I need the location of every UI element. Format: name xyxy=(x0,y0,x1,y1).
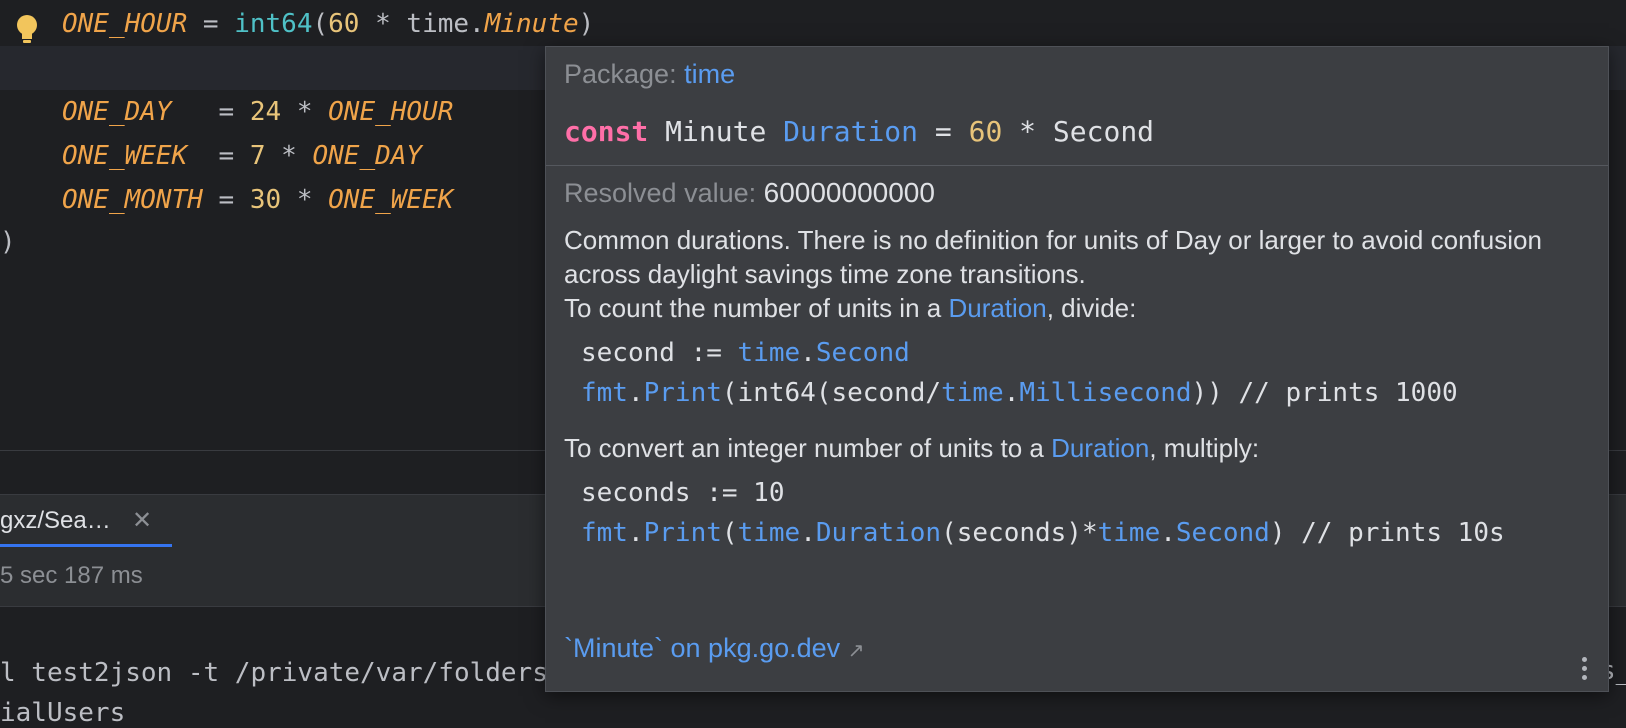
run-tab-label: gxz/Sea… xyxy=(0,507,111,534)
test-duration: 5 sec 187 ms xyxy=(0,562,143,589)
doc-paragraph: To count the number of units in a Durati… xyxy=(564,291,1584,325)
code-line-one-hour[interactable]: ONE_HOUR = int64(60 * time.Minute) xyxy=(62,4,594,44)
package-ref: time xyxy=(406,9,470,39)
operator: = xyxy=(187,9,235,39)
operator: = xyxy=(171,97,250,127)
identifier-ref: Second xyxy=(1052,115,1155,148)
code-link[interactable]: Millisecond xyxy=(1019,378,1191,408)
package-info: Package: time xyxy=(564,59,735,90)
code-link[interactable]: Second xyxy=(1176,518,1270,548)
operator: * xyxy=(359,9,407,39)
external-doc-link[interactable]: `Minute` on pkg.go.dev ↗ xyxy=(564,633,864,664)
const-ref: ONE_HOUR xyxy=(328,97,454,127)
external-link-icon: ↗ xyxy=(847,640,865,662)
resolved-value: 60000000000 xyxy=(763,177,935,208)
console-line: ialUsers xyxy=(0,698,126,728)
documentation-popup[interactable]: Package: time const Minute Duration = 60… xyxy=(545,46,1609,692)
declaration-signature: const Minute Duration = 60 * Second xyxy=(564,115,1154,148)
code-link[interactable]: Print xyxy=(644,518,722,548)
code-link[interactable]: Duration xyxy=(816,518,941,548)
code-link[interactable]: time xyxy=(738,338,801,368)
keyword: const xyxy=(564,115,649,148)
doc-paragraph: To convert an integer number of units to… xyxy=(564,431,1584,465)
code-text: . xyxy=(800,338,816,368)
number-literal: 30 xyxy=(249,185,282,215)
identifier: Minute xyxy=(648,115,784,148)
operator: = xyxy=(187,141,250,171)
resolved-label: Resolved value: xyxy=(564,178,757,208)
number-literal: 60 xyxy=(968,115,1003,148)
code-text: . xyxy=(800,518,816,548)
operator: * xyxy=(281,97,329,127)
code-line-one-week[interactable]: ONE_WEEK = 7 * ONE_DAY xyxy=(62,136,422,176)
function-name: int64 xyxy=(234,9,313,39)
external-doc-label: `Minute` on pkg.go.dev xyxy=(564,633,841,663)
code-text: )) // prints 1000 xyxy=(1191,378,1458,408)
code-text: . xyxy=(1003,378,1020,408)
operator: = xyxy=(202,185,250,215)
code-example: second := time.Second xyxy=(581,333,910,373)
code-text: . xyxy=(1160,518,1176,548)
text: , divide: xyxy=(1046,293,1137,323)
const-name: ONE_MONTH xyxy=(62,185,203,215)
text: , multiply: xyxy=(1149,433,1260,463)
run-tab[interactable]: gxz/Sea… ✕ xyxy=(0,495,172,547)
console-line: l test2json -t /private/var/folders xyxy=(0,658,548,688)
code-link[interactable]: time xyxy=(941,378,1004,408)
code-link[interactable]: time xyxy=(1098,518,1161,548)
const-ref: ONE_DAY xyxy=(312,141,423,171)
text: To count the number of units in a xyxy=(564,293,949,323)
popup-divider xyxy=(546,165,1608,166)
resolved-value-row: Resolved value: 60000000000 xyxy=(564,177,935,209)
doc-paragraph: Common durations. There is no definition… xyxy=(564,225,1542,289)
number-literal: 60 xyxy=(328,9,360,39)
package-link[interactable]: time xyxy=(684,59,735,89)
code-line-one-day[interactable]: ONE_DAY = 24 * ONE_HOUR xyxy=(62,92,453,132)
code-link[interactable]: time xyxy=(738,518,801,548)
const-name: ONE_WEEK xyxy=(62,141,188,171)
code-line-one-month[interactable]: ONE_MONTH = 30 * ONE_WEEK xyxy=(62,180,453,220)
code-link[interactable]: fmt xyxy=(581,518,628,548)
member-ref: Minute xyxy=(484,9,579,39)
text: To convert an integer number of units to… xyxy=(564,433,1052,463)
duration-link[interactable]: Duration xyxy=(948,293,1046,323)
package-label: Package: xyxy=(564,59,677,89)
operator: * xyxy=(281,185,329,215)
code-text: ) // prints 10s xyxy=(1269,518,1505,548)
operator: = xyxy=(918,115,969,148)
code-example: seconds := 10 xyxy=(581,478,785,508)
const-name: ONE_HOUR xyxy=(62,9,188,39)
code-text: second := xyxy=(581,338,738,368)
operator: * xyxy=(265,141,313,171)
code-example: fmt.Print(int64(second/time.Millisecond)… xyxy=(581,373,1458,413)
paren: ) xyxy=(578,9,595,39)
duration-link[interactable]: Duration xyxy=(1051,433,1149,463)
code-link[interactable]: Print xyxy=(644,378,722,408)
code-text: (int64(second/ xyxy=(721,378,942,408)
code-text: . xyxy=(627,378,644,408)
more-options-icon[interactable] xyxy=(1582,657,1588,684)
number-literal: 24 xyxy=(249,97,282,127)
code-text: . xyxy=(627,518,644,548)
code-text: (seconds)* xyxy=(941,518,1098,548)
close-icon[interactable]: ✕ xyxy=(132,495,152,547)
code-link[interactable]: fmt xyxy=(581,378,628,408)
const-ref: ONE_WEEK xyxy=(328,185,454,215)
code-example: fmt.Print(time.Duration(seconds)*time.Se… xyxy=(581,513,1505,553)
const-name: ONE_DAY xyxy=(62,97,172,127)
paren: ( xyxy=(312,9,329,39)
code-text: ( xyxy=(721,518,738,548)
lightbulb-icon[interactable] xyxy=(16,14,38,44)
operator: * xyxy=(1002,115,1053,148)
number-literal: 7 xyxy=(249,141,266,171)
dot: . xyxy=(469,9,485,39)
code-line-closing-paren[interactable]: ) xyxy=(0,222,16,262)
type-link[interactable]: Duration xyxy=(783,115,918,148)
code-link[interactable]: Second xyxy=(816,338,910,368)
